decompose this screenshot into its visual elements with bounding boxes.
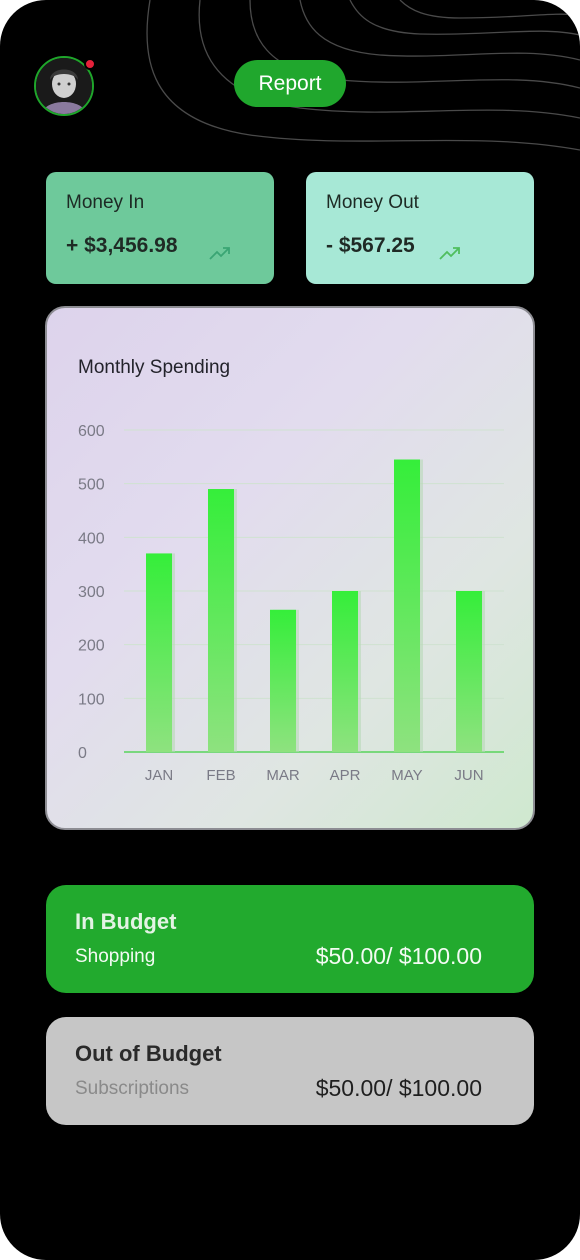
money-in-card[interactable]: Money In + $3,456.98 — [46, 172, 274, 284]
x-tick-label: JAN — [145, 767, 173, 784]
trending-up-icon — [209, 247, 230, 260]
y-tick-label: 200 — [78, 638, 105, 655]
in-budget-card[interactable]: In Budget Shopping $50.00/ $100.00 — [46, 885, 534, 993]
budget-title: In Budget — [75, 909, 177, 934]
bar-may[interactable] — [394, 459, 420, 752]
budget-category: Subscriptions — [75, 1078, 190, 1099]
money-out-value: - $567.25 — [326, 234, 415, 257]
y-tick-label: 0 — [78, 745, 87, 762]
y-tick-label: 600 — [78, 423, 105, 440]
x-tick-label: MAY — [391, 767, 422, 784]
budget-amount: $50.00/ $100.00 — [315, 943, 482, 969]
money-in-value: + $3,456.98 — [66, 234, 178, 257]
budget-category: Shopping — [75, 946, 156, 967]
money-out-card[interactable]: Money Out - $567.25 — [306, 172, 534, 284]
bar-mar[interactable] — [270, 609, 296, 752]
y-tick-label: 100 — [78, 691, 105, 708]
trending-up-icon — [439, 247, 460, 260]
bar-jan[interactable] — [146, 553, 172, 752]
x-tick-label: JUN — [454, 767, 483, 784]
x-tick-label: MAR — [266, 767, 300, 784]
y-tick-label: 500 — [78, 477, 105, 494]
x-tick-label: APR — [330, 767, 361, 784]
bar-jun[interactable] — [456, 591, 482, 752]
money-out-label: Money Out — [326, 192, 419, 213]
chart-title: Monthly Spending — [78, 357, 230, 378]
bar-feb[interactable] — [208, 489, 234, 752]
budget-amount: $50.00/ $100.00 — [315, 1075, 482, 1101]
money-in-label: Money In — [66, 192, 145, 213]
notification-dot — [84, 58, 96, 70]
x-tick-label: FEB — [206, 767, 235, 784]
bar-apr[interactable] — [332, 591, 358, 752]
phone-screen: Report Money In + $3,456.98 Money Out - … — [0, 0, 580, 1260]
y-tick-label: 400 — [78, 530, 105, 547]
out-of-budget-card[interactable]: Out of Budget Subscriptions $50.00/ $100… — [46, 1017, 534, 1125]
report-button[interactable]: Report — [234, 60, 346, 107]
chart-svg: Monthly Spending 0 100 200 300 400 500 600 JAN… — [78, 357, 504, 784]
y-tick-label: 300 — [78, 584, 105, 601]
budget-title: Out of Budget — [75, 1041, 222, 1066]
monthly-spending-chart: Monthly Spending 0 100 200 300 400 500 600 JAN… — [45, 306, 535, 830]
